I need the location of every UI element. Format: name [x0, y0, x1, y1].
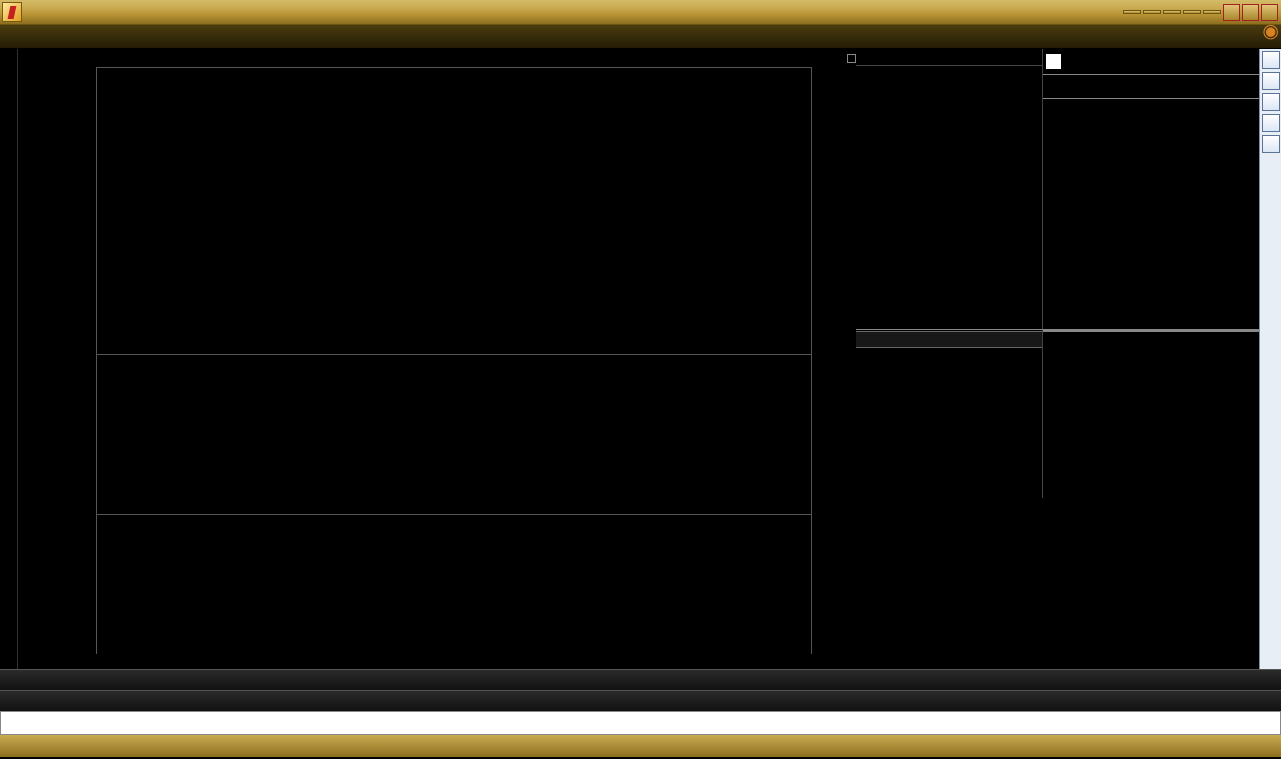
- volume-panel: [18, 354, 856, 514]
- macd-panel: [18, 514, 856, 654]
- market-button[interactable]: [1143, 10, 1161, 14]
- wind-vane-header: [856, 331, 1042, 348]
- order-flow-pie-chart: [868, 73, 1031, 236]
- list-icon[interactable]: [1262, 72, 1280, 90]
- left-vertical-rail: [0, 49, 18, 669]
- close-button[interactable]: [1261, 4, 1278, 21]
- time-axis: [18, 654, 856, 669]
- right-top-section: [856, 49, 1259, 329]
- right-panels: [856, 49, 1259, 669]
- top-right-buttons: [1123, 4, 1281, 21]
- menu-item-function[interactable]: [48, 10, 70, 14]
- net-flow-rows: [1043, 331, 1259, 332]
- main-body: [0, 49, 1281, 669]
- p-badge-icon: [1046, 54, 1061, 69]
- menu-item-extend[interactable]: [136, 10, 158, 14]
- macd-histogram: [97, 515, 832, 653]
- multi-window-icon[interactable]: [1262, 135, 1280, 153]
- menu-item-help[interactable]: [246, 10, 268, 14]
- wind-vane-donuts: [856, 348, 1042, 498]
- wind-vane-panel: [856, 331, 1043, 498]
- pie-panel: [856, 49, 1043, 329]
- stock-identity-row: [1043, 49, 1259, 75]
- trend-line-icon[interactable]: [1262, 93, 1280, 111]
- main-menubar: [0, 0, 1281, 25]
- candlestick-icon[interactable]: [1262, 114, 1280, 132]
- menu-item-news[interactable]: [202, 10, 224, 14]
- menu-item-analysis[interactable]: [114, 10, 136, 14]
- money-flow-and-ticks: [1043, 331, 1259, 498]
- news-ticker-strip[interactable]: [0, 711, 1281, 735]
- chart-column: [18, 49, 856, 669]
- menu-item-feature[interactable]: [158, 10, 180, 14]
- volume-bars: [97, 355, 832, 513]
- menu-item-data[interactable]: [180, 10, 202, 14]
- status-bar: [0, 735, 1281, 757]
- minimize-button[interactable]: [1223, 4, 1240, 21]
- menu-item-system[interactable]: [26, 10, 48, 14]
- app-logo-icon: [2, 2, 22, 22]
- menu-item-quote[interactable]: [92, 10, 114, 14]
- menu-item-tools[interactable]: [224, 10, 246, 14]
- indicator-tabbar: [0, 669, 1281, 690]
- chart-header: [18, 49, 856, 67]
- right-lower-section: [856, 331, 1259, 498]
- website-button[interactable]: [1203, 10, 1221, 14]
- pie-panel-header: [856, 49, 1042, 66]
- quote-panel: [1043, 49, 1259, 329]
- news-button[interactable]: [1163, 10, 1181, 14]
- right-icon-rail: [1259, 49, 1281, 669]
- right-column: [856, 49, 1281, 669]
- trade-button[interactable]: [1183, 10, 1201, 14]
- news-tabbar: [0, 25, 1281, 49]
- extension-tabbar: [0, 690, 1281, 711]
- report-icon[interactable]: [1262, 51, 1280, 69]
- maximize-button[interactable]: [1242, 4, 1259, 21]
- advisor-button[interactable]: [1123, 10, 1141, 14]
- menu-item-decision[interactable]: [70, 10, 92, 14]
- price-line-chart: [97, 68, 832, 353]
- price-panel: [18, 67, 856, 354]
- order-ratio-row: [1043, 75, 1259, 99]
- checkbox-icon[interactable]: [847, 54, 856, 63]
